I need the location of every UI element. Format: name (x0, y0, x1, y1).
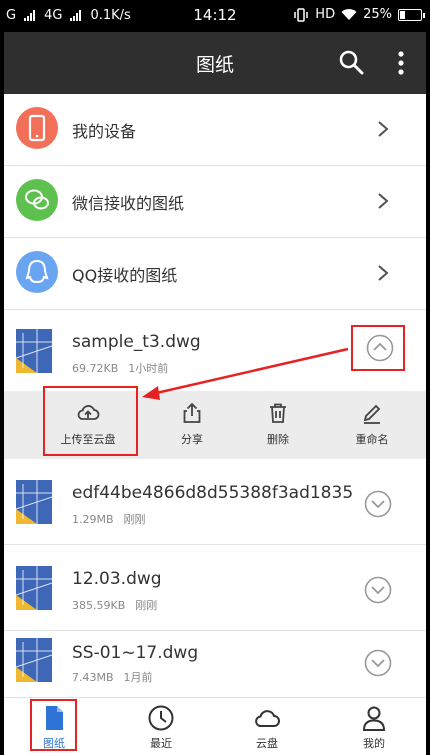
device-frame (0, 0, 430, 755)
